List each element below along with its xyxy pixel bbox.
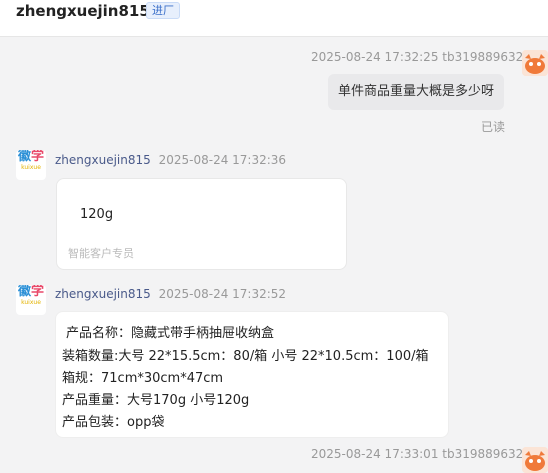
avatar-caption: kuixue <box>21 299 41 306</box>
avatar-glyph: 徽 <box>17 285 31 299</box>
avatar-glyph: 学 <box>31 150 45 164</box>
carton-size-line: 箱规：71cm*30cm*47cm <box>62 371 224 386</box>
message-bubble[interactable]: 单件商品重量大概是多少呀 <box>328 74 505 110</box>
message-bubble[interactable]: 120g 智能客户专员 <box>56 178 347 270</box>
shop-avatar[interactable]: 徽学 kuixue <box>16 285 46 315</box>
message-bubble[interactable]: 产品名称：隐藏式带手柄抽屉收纳盒 装箱数量:大号 22*15.5cm：80/箱 … <box>55 311 449 438</box>
agent-label: 智能客户专员 <box>68 247 134 260</box>
shop-avatar[interactable]: 徽学 kuixue <box>16 150 46 180</box>
header-tab-indicator <box>54 34 84 36</box>
cartoon-avatar-icon <box>522 50 548 76</box>
user-avatar[interactable] <box>522 50 548 76</box>
chat-header: zhengxuejin815 进厂 <box>0 0 548 37</box>
contact-name[interactable]: zhengxuejin815 <box>16 2 150 20</box>
avatar-glyph: 徽 <box>17 150 31 164</box>
avatar-glyph: 学 <box>31 285 45 299</box>
message-timestamp: 2025-08-24 17:32:52 <box>158 287 287 301</box>
avatar-caption: kuixue <box>21 164 41 171</box>
message-meta: 2025-08-24 17:32:25 tb319889632 <box>311 50 523 64</box>
message-timestamp: 2025-08-24 17:32:36 <box>158 153 287 167</box>
message-meta: zhengxuejin815 2025-08-24 17:32:36 <box>55 153 286 167</box>
read-status: 已读 <box>481 120 506 134</box>
message-sender: zhengxuejin815 <box>55 153 151 167</box>
cartoon-avatar-icon <box>522 447 548 473</box>
packing-quantity-line: 装箱数量:大号 22*15.5cm：80/箱 小号 22*10.5cm：100/… <box>62 349 429 364</box>
message-timestamp: 2025-08-24 17:32:25 <box>311 50 439 64</box>
message-meta: 2025-08-24 17:33:01 tb319889632 <box>311 447 523 461</box>
contact-tag-badge[interactable]: 进厂 <box>146 2 180 19</box>
message-sender: tb319889632 <box>442 447 524 461</box>
product-weight-line: 产品重量：大号170g 小号120g <box>62 393 250 408</box>
packaging-line: 产品包装：opp袋 <box>62 415 165 430</box>
user-avatar[interactable] <box>522 447 548 473</box>
message-text: 120g <box>80 207 114 222</box>
message-sender: tb319889632 <box>442 50 524 64</box>
message-meta: zhengxuejin815 2025-08-24 17:32:52 <box>55 287 286 301</box>
product-name-line: 产品名称：隐藏式带手柄抽屉收纳盒 <box>66 326 275 341</box>
message-sender: zhengxuejin815 <box>55 287 151 301</box>
message-timestamp: 2025-08-24 17:33:01 <box>311 447 439 461</box>
